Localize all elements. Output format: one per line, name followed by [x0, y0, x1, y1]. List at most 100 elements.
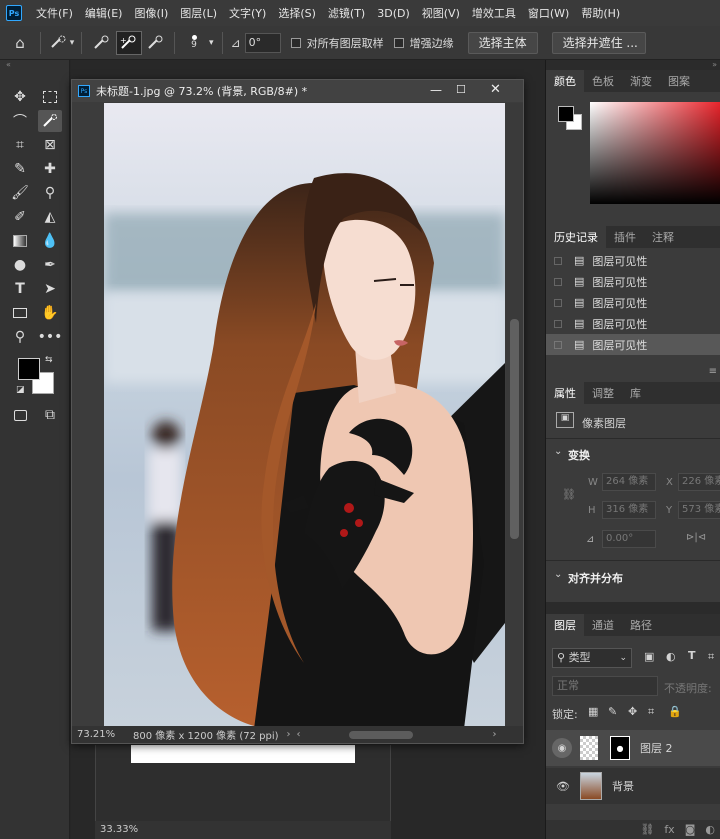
link-layers-icon[interactable]: ⛓: [640, 823, 654, 836]
pen-tool-icon[interactable]: ✒: [38, 254, 62, 276]
scroll-right-icon[interactable]: ›: [493, 729, 497, 740]
quick-selection-tool-icon[interactable]: [38, 110, 62, 132]
move-tool-icon[interactable]: ✥: [8, 86, 32, 108]
filter-adjustment-icon[interactable]: ◐: [666, 650, 676, 663]
layer-filter-dropdown[interactable]: ⚲ 类型 ⌄: [552, 648, 632, 668]
height-input[interactable]: 316 像素: [602, 501, 656, 519]
history-item[interactable]: ▤ 图层可见性: [546, 271, 720, 292]
lasso-tool-icon[interactable]: ⌒: [8, 110, 32, 132]
brush-tool-icon[interactable]: 🖌: [8, 182, 32, 204]
history-brush-tool-icon[interactable]: ✐: [8, 206, 32, 228]
default-colors-icon[interactable]: ◪: [16, 385, 25, 395]
menu-filter[interactable]: 滤镜(T): [322, 5, 371, 21]
history-item-selected[interactable]: ▤ 图层可见性: [546, 334, 720, 355]
screen-mode-icon[interactable]: ⧉: [38, 404, 62, 426]
link-icon[interactable]: ⛓: [562, 488, 576, 501]
frame-tool-icon[interactable]: ⊠: [38, 134, 62, 156]
visibility-icon[interactable]: ◉: [552, 738, 572, 758]
menu-3d[interactable]: 3D(D): [371, 7, 416, 20]
history-menu-icon[interactable]: ≡: [709, 366, 717, 377]
document-canvas-photo[interactable]: [104, 103, 505, 729]
home-icon[interactable]: ⌂: [0, 34, 40, 52]
menu-type[interactable]: 文字(Y): [223, 5, 272, 21]
history-item[interactable]: ▤ 图层可见性: [546, 292, 720, 313]
horizontal-scroll-thumb[interactable]: [348, 730, 413, 739]
tab-layers[interactable]: 图层: [546, 614, 584, 636]
minimize-icon[interactable]: —: [430, 83, 442, 97]
path-selection-tool-icon[interactable]: ➤: [38, 278, 62, 300]
add-to-selection-button[interactable]: +: [116, 30, 142, 55]
y-input[interactable]: 573 像素: [678, 501, 720, 519]
flip-horizontal-icon[interactable]: ⊳|⊲: [686, 532, 706, 543]
tab-patterns[interactable]: 图案: [660, 70, 698, 92]
zoom-level[interactable]: 73.21%: [77, 729, 127, 740]
menu-edit[interactable]: 编辑(E): [79, 5, 129, 21]
subtract-selection-button[interactable]: [142, 35, 170, 51]
add-mask-icon[interactable]: ◙: [685, 823, 696, 836]
lock-all-icon[interactable]: 🔒: [668, 705, 682, 718]
filter-pixel-icon[interactable]: ▣: [644, 650, 654, 663]
filter-type-icon[interactable]: T: [688, 649, 696, 662]
collapse-icon[interactable]: «: [6, 60, 11, 69]
tab-paths[interactable]: 路径: [622, 614, 660, 636]
tab-history[interactable]: 历史记录: [546, 226, 606, 248]
tab-adjustments[interactable]: 调整: [584, 382, 622, 404]
lock-pixels-icon[interactable]: ✎: [608, 705, 617, 718]
tab-properties[interactable]: 属性: [546, 382, 584, 404]
menu-plugins[interactable]: 增效工具: [466, 5, 522, 21]
lock-transparent-icon[interactable]: ▦: [588, 705, 598, 718]
lock-position-icon[interactable]: ✥: [628, 705, 637, 718]
healing-brush-tool-icon[interactable]: ✚: [38, 158, 62, 180]
scroll-left-icon[interactable]: ‹: [297, 729, 301, 740]
quick-mask-icon[interactable]: [8, 404, 32, 426]
select-and-mask-button[interactable]: 选择并遮住 ...: [551, 31, 646, 54]
menu-image[interactable]: 图像(I): [128, 5, 174, 21]
tab-plugins[interactable]: 插件: [606, 226, 644, 248]
tab-swatches[interactable]: 色板: [584, 70, 622, 92]
marquee-tool-icon[interactable]: [38, 86, 62, 108]
history-item[interactable]: ▤ 图层可见性: [546, 313, 720, 334]
lock-artboard-icon[interactable]: ⌗: [648, 705, 654, 719]
swap-colors-icon[interactable]: ⇆: [45, 355, 53, 365]
tab-color[interactable]: 颜色: [546, 70, 584, 92]
more-tools-icon[interactable]: •••: [38, 326, 63, 348]
collapse-panels-icon[interactable]: »: [546, 60, 720, 70]
chevron-down-icon[interactable]: ▾: [209, 38, 214, 48]
fx-icon[interactable]: fx: [664, 823, 674, 836]
blur-tool-icon[interactable]: 💧: [38, 230, 62, 252]
chevron-down-icon[interactable]: ⌄: [554, 569, 562, 580]
menu-view[interactable]: 视图(V): [416, 5, 466, 21]
enhance-edge-checkbox[interactable]: 增强边缘: [393, 35, 454, 51]
menu-select[interactable]: 选择(S): [272, 5, 322, 21]
angle-input[interactable]: 0.00°: [602, 530, 656, 548]
history-item[interactable]: ▤ 图层可见性: [546, 250, 720, 271]
eye-icon[interactable]: 👁: [556, 780, 570, 793]
layer-mask-thumbnail[interactable]: ●: [610, 736, 630, 760]
close-icon[interactable]: ✕: [490, 82, 501, 97]
fg-color-chip[interactable]: [558, 106, 574, 122]
width-input[interactable]: 264 像素: [602, 473, 656, 491]
chevron-right-icon[interactable]: ›: [287, 729, 291, 740]
zoom-tool-icon[interactable]: ⚲: [8, 326, 32, 348]
menu-help[interactable]: 帮助(H): [575, 5, 626, 21]
x-input[interactable]: 226 像素: [678, 473, 720, 491]
gradient-tool-icon[interactable]: [8, 230, 32, 252]
tool-preset-picker[interactable]: ▾: [41, 35, 81, 51]
type-tool-icon[interactable]: T: [8, 278, 32, 300]
layer-row-layer2[interactable]: ◉ ● 图层 2: [546, 730, 720, 766]
eyedropper-tool-icon[interactable]: ✎: [8, 158, 32, 180]
filter-shape-icon[interactable]: ⌗: [708, 650, 714, 664]
hand-tool-icon[interactable]: ✋: [38, 302, 62, 324]
adjustment-layer-icon[interactable]: ◐: [705, 823, 715, 836]
clone-stamp-tool-icon[interactable]: ⚲: [38, 182, 62, 204]
maximize-icon[interactable]: ☐: [456, 83, 466, 96]
blend-mode-dropdown[interactable]: 正常: [552, 676, 658, 696]
menu-window[interactable]: 窗口(W): [522, 5, 575, 21]
brush-size-picker[interactable]: 9: [179, 35, 209, 50]
color-field[interactable]: [590, 102, 720, 204]
tab-libraries[interactable]: 库: [622, 382, 649, 404]
menu-layer[interactable]: 图层(L): [174, 5, 223, 21]
tab-notes[interactable]: 注释: [644, 226, 682, 248]
select-subject-button[interactable]: 选择主体: [467, 31, 538, 54]
menu-file[interactable]: 文件(F): [30, 5, 79, 21]
